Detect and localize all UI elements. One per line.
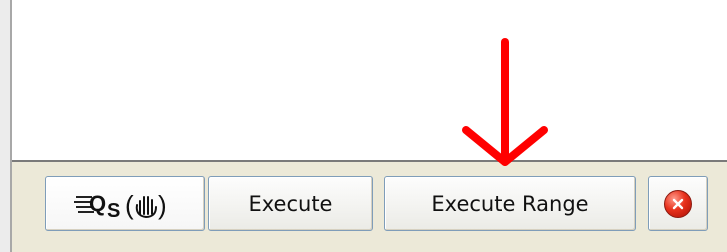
bottom-toolbar: Q S ( ) Execute Execute Range bbox=[12, 162, 727, 252]
qs-logo-button[interactable]: Q S ( ) bbox=[45, 176, 205, 231]
execute-button[interactable]: Execute bbox=[208, 176, 373, 231]
qs-logo-q: Q bbox=[89, 191, 106, 216]
qs-hand-logo-icon: Q S ( ) bbox=[74, 190, 167, 222]
close-icon bbox=[664, 189, 692, 218]
svg-text:): ) bbox=[158, 190, 167, 220]
red-down-arrow-annotation bbox=[462, 38, 548, 166]
window-left-border bbox=[0, 0, 12, 252]
content-area bbox=[12, 0, 727, 162]
qs-logo-s: S bbox=[107, 200, 120, 222]
svg-text:(: ( bbox=[125, 190, 134, 220]
execute-range-button[interactable]: Execute Range bbox=[384, 176, 636, 231]
close-button[interactable] bbox=[648, 176, 708, 231]
